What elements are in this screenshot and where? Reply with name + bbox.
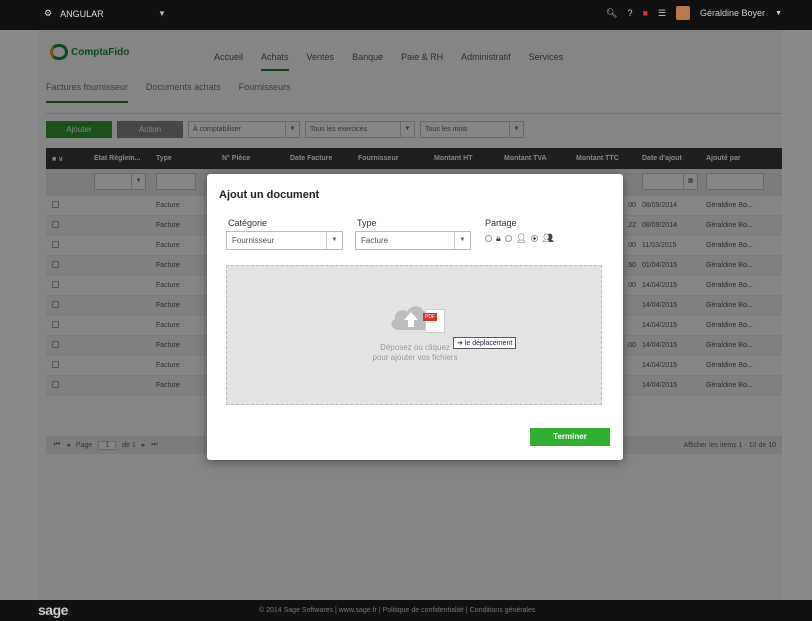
pdf-file-icon: PDF <box>423 309 445 333</box>
gear-icon: ⚙ <box>44 8 53 18</box>
chevron-down-icon: ▼ <box>326 232 342 249</box>
partage-user-radio[interactable] <box>504 235 512 242</box>
notification-icon[interactable]: ■ <box>643 8 648 18</box>
user-name[interactable]: Géraldine Boyer <box>700 8 765 18</box>
search-icon[interactable]: 🔍︎ <box>606 8 617 19</box>
chevron-down-icon[interactable]: ▼ <box>158 9 166 18</box>
app-switcher[interactable]: ⚙ ANGULAR <box>44 8 104 19</box>
menu-icon[interactable]: ☰ <box>658 8 666 19</box>
add-document-dialog: Ajout un document Catégorie Fournisseur … <box>207 174 623 460</box>
partage-options: 🔒︎ 👤︎ 👥︎ <box>485 233 554 244</box>
footer: sage © 2014 Sage Softwares | www.sage.fr… <box>0 600 812 621</box>
dropzone-line1: Déposez ou cliquez <box>380 343 450 352</box>
user-icon: 👤︎ <box>515 233 528 243</box>
chevron-down-icon[interactable]: ▼ <box>775 10 782 17</box>
user-area: 🔍︎ ? ■ ☰ Géraldine Boyer ▼ <box>606 6 782 20</box>
avatar[interactable] <box>676 6 691 20</box>
pdf-tag: PDF <box>423 313 437 321</box>
dropzone-line2: pour ajouter vos fichiers <box>372 353 458 362</box>
lock-icon: 🔒︎ <box>496 233 501 243</box>
type-select[interactable]: Facture ▼ <box>355 231 471 250</box>
type-label: Type <box>357 218 377 228</box>
terminer-button[interactable]: Terminer <box>530 428 610 446</box>
app-name: ANGULAR <box>60 8 104 19</box>
chevron-down-icon: ▼ <box>454 232 470 249</box>
dropzone-text: Déposez ou cliquez pour ajouter vos fich… <box>227 343 603 363</box>
partage-private-radio[interactable] <box>485 235 492 242</box>
partage-label: Partage <box>485 218 517 228</box>
group-icon: 👥︎ <box>542 233 554 243</box>
help-icon[interactable]: ? <box>627 8 632 18</box>
top-bar: ⚙ ANGULAR ▼ 🔍︎ ? ■ ☰ Géraldine Boyer ▼ <box>0 0 812 30</box>
type-value: Facture <box>361 236 389 245</box>
file-dropzone[interactable]: PDF ➔ le déplacement Déposez ou cliquez … <box>226 265 602 405</box>
partage-group-radio[interactable] <box>531 235 539 242</box>
sage-logo: sage <box>38 602 68 618</box>
footer-text: © 2014 Sage Softwares | www.sage.fr | Po… <box>259 607 536 614</box>
categorie-select[interactable]: Fournisseur ▼ <box>226 231 343 250</box>
categorie-value: Fournisseur <box>232 236 275 245</box>
categorie-label: Catégorie <box>228 218 268 228</box>
dialog-title: Ajout un document <box>219 189 320 201</box>
